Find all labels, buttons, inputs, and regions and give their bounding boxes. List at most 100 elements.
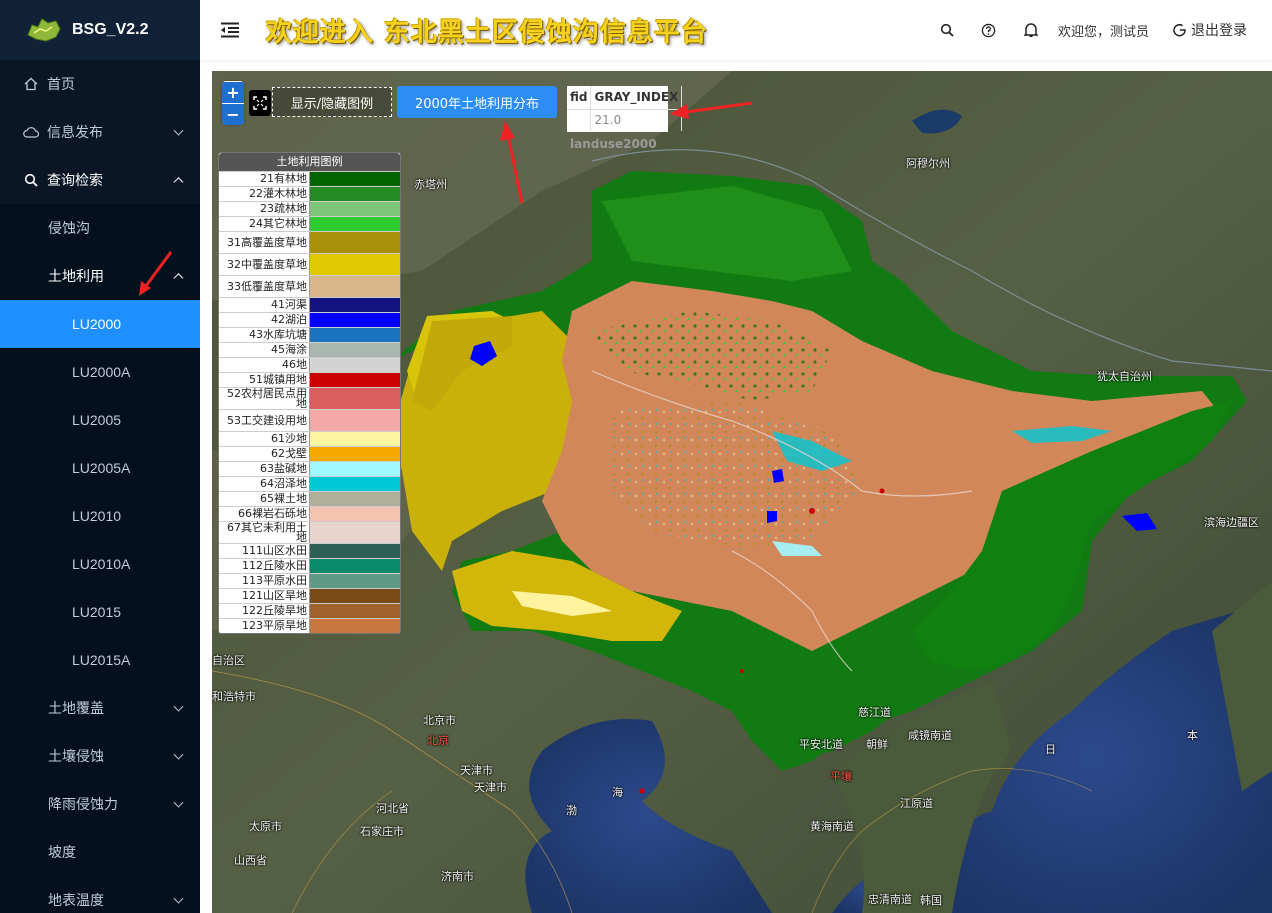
legend-row: 23疏林地 [219,201,400,216]
legend-row: 61沙地 [219,431,400,446]
legend-swatch [310,462,400,476]
legend-swatch [310,358,400,372]
sidebar-item-land-cover[interactable]: 土地覆盖 [0,684,200,732]
legend-swatch [310,544,400,558]
sidebar-item-label: 土地利用 [48,269,104,285]
menu-fold-icon [221,22,239,38]
map-view[interactable]: 赤塔州 阿穆尔州 犹太自治州 滨海边疆区 自治区 和浩特市 北京市 北京 天津市… [212,71,1272,913]
map-place-label: 自治区 [212,654,245,667]
sidebar-item-label: LU2015A [72,652,131,668]
sidebar-item-label: LU2005 [72,412,122,428]
map-place-label: 忠清南道 [868,893,912,906]
map-place-label: 咸镜南道 [908,729,952,742]
attr-header-fid: fid [567,86,592,110]
map-place-label: 石家庄市 [360,825,404,838]
legend-row: 63盐碱地 [219,461,400,476]
sidebar-item-lu2015a[interactable]: LU2015A [0,636,200,684]
sidebar-item-query[interactable]: 查询检索 [0,156,200,204]
header-search-button[interactable] [926,0,968,60]
sidebar-item-lu2000a[interactable]: LU2000A [0,348,200,396]
legend-row: 52农村居民点用地 [219,387,400,409]
notification-button[interactable] [1010,0,1052,60]
legend-label: 41河渠 [219,298,310,312]
chevron-up-icon [173,177,184,188]
legend-row: 43水库坑塘 [219,327,400,342]
legend-row: 62戈壁 [219,446,400,461]
sidebar-item-label: LU2010A [72,556,131,572]
sidebar-item-lu2000[interactable]: LU2000 [0,300,200,348]
legend-swatch [310,574,400,588]
map-place-label: 慈江道 [858,706,891,719]
map-place-label: 北京 [427,734,449,747]
app-title: BSG_V2.2 [72,21,149,38]
sidebar-item-label: 土地覆盖 [48,701,104,717]
legend-swatch [310,373,400,387]
sidebar-item-lu2005[interactable]: LU2005 [0,396,200,444]
legend-label: 65裸土地 [219,492,310,506]
legend-swatch [310,328,400,342]
chevron-up-icon [173,273,184,284]
expand-icon [253,96,267,110]
legend-label: 33低覆盖度草地 [219,276,310,297]
cloud-icon [23,124,39,140]
zoom-control: + − [222,81,244,125]
legend-row: 112丘陵水田 [219,558,400,573]
chevron-down-icon [173,749,184,760]
layer-name-label: landuse2000 [570,137,657,151]
sidebar-item-rainfall-erosivity[interactable]: 降雨侵蚀力 [0,780,200,828]
legend-label: 113平原水田 [219,574,310,588]
sidebar-item-label: 土壤侵蚀 [48,749,104,765]
land-use-2000-button[interactable]: 2000年土地利用分布 [397,86,557,118]
map-place-label: 本 [1187,729,1198,742]
legend-label: 67其它未利用土地 [219,522,310,543]
legend-row: 31高覆盖度草地 [219,231,400,253]
sidebar-item-lu2010a[interactable]: LU2010A [0,540,200,588]
chevron-down-icon [173,893,184,904]
map-place-label: 滨海边疆区 [1204,516,1259,529]
sidebar-item-soil-erosion[interactable]: 土壤侵蚀 [0,732,200,780]
legend-label: 32中覆盖度草地 [219,254,310,275]
legend-label: 24其它林地 [219,217,310,231]
sidebar-item-erosion-gully[interactable]: 侵蚀沟 [0,204,200,252]
map-place-label: 犹太自治州 [1097,370,1152,383]
page-banner: 欢迎进入 东北黑土区侵蚀沟信息平台 [266,17,709,48]
zoom-out-button[interactable]: − [222,104,244,125]
map-place-label: 济南市 [441,870,474,883]
chevron-down-icon [173,701,184,712]
legend-swatch [310,507,400,521]
legend-swatch [310,477,400,491]
sidebar-item-info-release[interactable]: 信息发布 [0,108,200,156]
question-circle-icon [982,23,996,37]
legend-row: 51城镇用地 [219,372,400,387]
fullscreen-button[interactable] [249,90,271,116]
legend-row: 121山区旱地 [219,588,400,603]
sidebar-item-lu2010[interactable]: LU2010 [0,492,200,540]
legend-label: 52农村居民点用地 [219,388,310,409]
logout-button[interactable]: 退出登录 [1173,20,1247,40]
search-icon [23,172,39,188]
sidebar-toggle-button[interactable] [200,0,260,60]
logo[interactable]: BSG_V2.2 [0,0,200,60]
legend-swatch [310,604,400,618]
land-use-legend: 土地利用图例 21有林地 22灌木林地 23疏林地 24其它林地 31高覆盖度草地 32中… [218,152,401,634]
zoom-in-button[interactable]: + [222,82,244,103]
legend-swatch [310,172,400,186]
sidebar-item-label: 首页 [47,77,75,93]
sidebar-item-lu2015[interactable]: LU2015 [0,588,200,636]
help-button[interactable] [968,0,1010,60]
legend-label: 121山区旱地 [219,589,310,603]
legend-label: 31高覆盖度草地 [219,232,310,253]
toggle-legend-button[interactable]: 显示/隐藏图例 [272,87,392,117]
sidebar-item-label: 查询检索 [47,173,103,189]
legend-row: 53工交建设用地 [219,409,400,431]
map-place-label: 北京市 [423,714,456,727]
map-place-label: 黄海南道 [810,820,854,833]
legend-swatch [310,298,400,312]
legend-row: 21有林地 [219,171,400,186]
sidebar-item-home[interactable]: 首页 [0,60,200,108]
map-place-label: 阿穆尔州 [906,157,950,170]
sidebar-item-slope[interactable]: 坡度 [0,828,200,876]
sidebar-item-lu2005a[interactable]: LU2005A [0,444,200,492]
logout-icon [1173,24,1186,37]
sidebar-item-surface-temp[interactable]: 地表温度 [0,876,200,913]
